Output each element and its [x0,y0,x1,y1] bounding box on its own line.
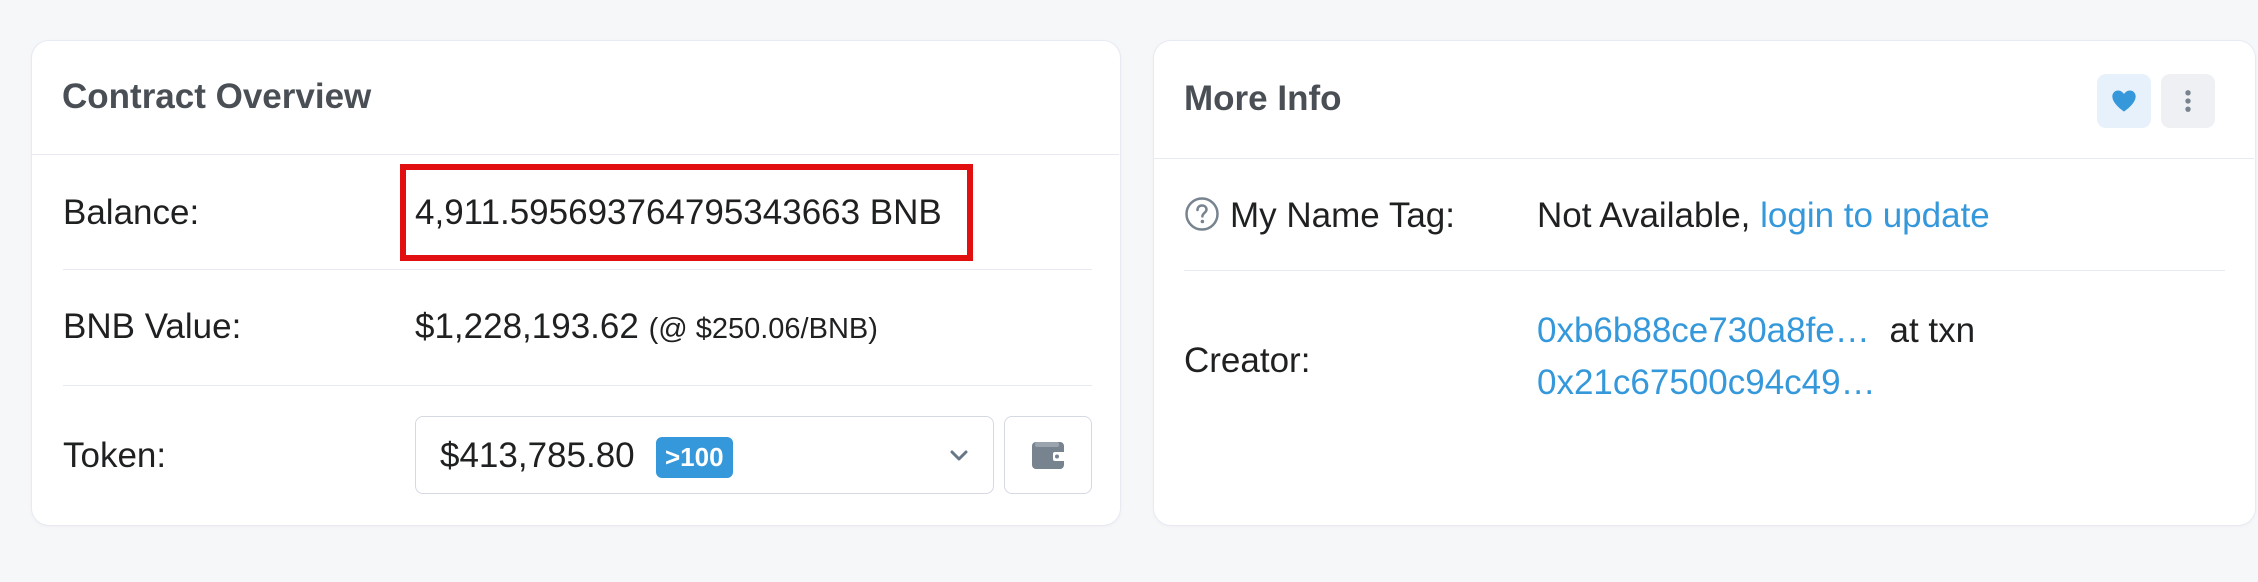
bnb-rate: (@ $250.06/BNB) [648,313,878,345]
highlight-box [400,164,973,261]
login-link[interactable]: login to update [1760,196,1990,235]
row-divider [63,385,1092,386]
creator-label: Creator: [1184,341,1311,380]
card-title: Contract Overview [62,77,372,116]
token-dropdown[interactable]: $413,785.80 >100 [415,416,994,494]
more-vertical-icon [2185,90,2191,112]
more-info-card: More Info My Name Tag: Not Available, lo… [1153,40,2256,526]
creator-line-1: 0xb6b88ce730a8fe… at txn [1537,311,1975,351]
name-tag-label: My Name Tag: [1230,196,1455,235]
balance-label: Balance: [63,193,200,232]
header-divider [1154,158,2254,159]
creator-address-link[interactable]: 0xb6b88ce730a8fe… [1537,311,1870,350]
wallet-button[interactable] [1004,416,1092,494]
header-divider [32,154,1119,155]
wallet-icon [1032,442,1066,469]
contract-overview-card: Contract Overview Balance: 4,911.5956937… [31,40,1121,526]
favorite-button[interactable] [2097,74,2151,128]
chevron-down-icon [950,450,968,461]
creator-line-2: 0x21c67500c94c49… [1537,363,1876,403]
token-amount: $413,785.80 [440,436,635,475]
more-options-button[interactable] [2161,74,2215,128]
bnb-value-label: BNB Value: [63,307,242,346]
name-tag-value: Not Available, login to update [1537,196,1990,236]
heart-icon [2112,90,2136,112]
name-tag-text: Not Available, [1537,196,1751,235]
bnb-value: $1,228,193.62 (@ $250.06/BNB) [415,307,878,347]
token-label: Token: [63,436,167,475]
question-circle-icon[interactable] [1184,196,1220,232]
creator-txn-link[interactable]: 0x21c67500c94c49… [1537,363,1876,402]
bnb-value-amount: $1,228,193.62 [415,307,639,346]
at-txn-text: at txn [1889,311,1976,350]
token-count-badge: >100 [656,437,733,478]
row-divider [1184,270,2225,271]
row-divider [63,269,1092,270]
card-title: More Info [1184,79,1342,118]
